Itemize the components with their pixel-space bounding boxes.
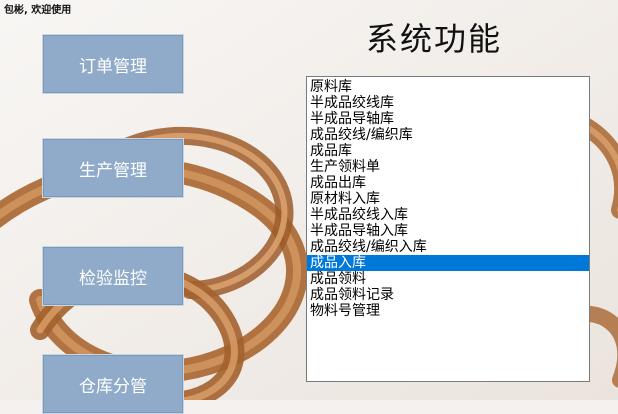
inspection-monitoring-button[interactable]: 检验监控 xyxy=(42,246,184,306)
list-item[interactable]: 成品绞线/编织库 xyxy=(307,127,589,143)
list-item[interactable]: 生产领料单 xyxy=(307,159,589,175)
page-title: 系统功能 xyxy=(366,20,503,58)
warehouse-management-button[interactable]: 仓库分管 xyxy=(42,354,184,414)
list-item[interactable]: 成品绞线/编织入库 xyxy=(307,239,589,255)
list-item[interactable]: 成品出库 xyxy=(307,175,589,191)
list-item[interactable]: 成品领料记录 xyxy=(307,287,589,303)
function-listbox[interactable]: 原料库 半成品绞线库 半成品导轴库 成品绞线/编织库 成品库 生产领料单 成品出… xyxy=(306,76,590,382)
list-item[interactable]: 原材料入库 xyxy=(307,191,589,207)
list-item-selected[interactable]: 成品入库 xyxy=(307,255,589,271)
list-item[interactable]: 原料库 xyxy=(307,79,589,95)
list-item[interactable]: 物料号管理 xyxy=(307,303,589,319)
list-item[interactable]: 半成品绞线入库 xyxy=(307,207,589,223)
list-item[interactable]: 半成品导轴库 xyxy=(307,111,589,127)
order-management-button[interactable]: 订单管理 xyxy=(42,34,184,94)
list-item[interactable]: 成品领料 xyxy=(307,271,589,287)
list-item[interactable]: 半成品导轴入库 xyxy=(307,223,589,239)
list-item[interactable]: 半成品绞线库 xyxy=(307,95,589,111)
production-management-button[interactable]: 生产管理 xyxy=(42,138,184,198)
list-item[interactable]: 成品库 xyxy=(307,143,589,159)
welcome-label: 包彬, 欢迎使用 xyxy=(4,5,72,16)
